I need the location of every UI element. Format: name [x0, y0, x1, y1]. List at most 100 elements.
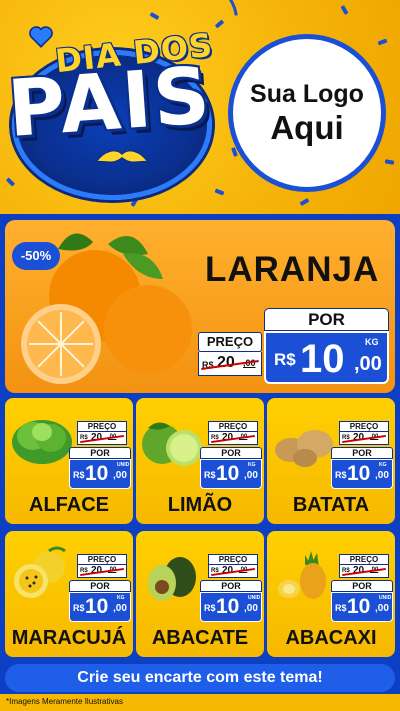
potato-icon	[275, 430, 333, 467]
new-price-label: POR	[69, 447, 131, 459]
new-price-integer: 10	[216, 462, 240, 485]
new-price-integer: 10	[85, 462, 109, 485]
new-price-tag: POR R$ 10 ,00 UNID	[331, 580, 393, 622]
new-price-integer: 10	[300, 337, 345, 381]
confetti	[340, 5, 349, 15]
old-price-label: PREÇO	[77, 554, 127, 565]
old-price-tag: PREÇOR$20,00	[77, 554, 127, 578]
new-price-value: R$ 10 ,00 KG	[331, 459, 393, 489]
new-price-value: R$ 10 ,00 UNID	[331, 592, 393, 622]
price-unit: UNID	[248, 595, 261, 601]
new-price-value: R$ 10 ,00 KG	[200, 459, 262, 489]
avocado-icon	[148, 557, 196, 601]
new-price-cents: ,00	[375, 603, 389, 614]
new-price-value: R$ 10 ,00 KG	[264, 331, 389, 384]
new-price-cents: ,00	[113, 470, 127, 481]
new-price-currency: R$	[274, 350, 296, 369]
product-name: MARACUJÁ	[11, 627, 127, 649]
featured-name: LARANJA	[205, 250, 380, 289]
old-price-label: PREÇO	[339, 421, 389, 432]
new-price-label: POR	[331, 447, 393, 459]
new-price-currency: R$	[204, 603, 216, 613]
confetti	[149, 12, 160, 20]
product-name: LIMÃO	[167, 494, 233, 516]
price-unit: UNID	[117, 462, 130, 468]
old-price-label: PREÇO	[208, 421, 258, 432]
price-unit: KG	[248, 462, 256, 468]
old-price-label: PREÇO	[208, 554, 258, 565]
new-price-value: R$ 10 ,00 UNID	[69, 459, 131, 489]
product-name: ALFACE	[29, 494, 109, 516]
new-price-integer: 10	[216, 595, 240, 618]
old-price-value: R$20,00	[339, 565, 389, 578]
price-unit: KG	[379, 462, 387, 468]
lime-icon	[142, 422, 202, 466]
heart-icon	[29, 26, 53, 48]
price-unit: UNID	[379, 595, 392, 601]
confetti	[299, 198, 310, 206]
product-name: ABACATE	[151, 627, 249, 649]
old-price-tag: PREÇOR$20,00	[208, 421, 258, 445]
new-price-integer: 10	[347, 595, 371, 618]
product-name: ABACAXI	[285, 627, 377, 649]
product-name: BATATA	[292, 494, 370, 516]
new-price-cents: ,00	[244, 603, 258, 614]
old-price-label: PREÇO	[339, 554, 389, 565]
featured-old-price: PREÇO R$ 20 ,00	[198, 332, 262, 382]
old-price-value: R$20,00	[208, 432, 258, 445]
mustache-icon	[94, 149, 150, 164]
new-price-tag: POR R$ 10 ,00 KG	[69, 580, 131, 622]
old-price-value: R$20,00	[77, 432, 127, 445]
new-price-integer: 10	[347, 462, 371, 485]
old-price-tag: PREÇOR$20,00	[339, 554, 389, 578]
price-unit: KG	[117, 595, 125, 601]
title-pais: PAIS	[5, 51, 215, 155]
old-price-tag: PREÇOR$20,00	[339, 421, 389, 445]
old-price-tag: PREÇOR$20,00	[208, 554, 258, 578]
passion-fruit-icon	[14, 546, 66, 598]
confetti	[130, 197, 139, 207]
new-price-cents: ,00	[244, 470, 258, 481]
price-unit: KG	[365, 337, 379, 347]
logo-placeholder: Sua Logo Aqui	[228, 34, 386, 192]
disclaimer-text: *Imagens Meramente Ilustrativas	[6, 697, 123, 706]
new-price-label: POR	[264, 308, 389, 331]
new-price-cents: ,00	[354, 353, 382, 375]
new-price-tag: POR R$ 10 ,00 UNID	[200, 580, 262, 622]
new-price-label: POR	[331, 580, 393, 592]
new-price-currency: R$	[335, 603, 347, 613]
create-flyer-button[interactable]: Crie seu encarte com este tema!	[5, 664, 395, 692]
lettuce-icon	[12, 420, 72, 464]
new-price-value: R$ 10 ,00 UNID	[200, 592, 262, 622]
old-price-label: PREÇO	[77, 421, 127, 432]
new-price-currency: R$	[335, 470, 347, 480]
featured-new-price: POR R$ 10 ,00 KG	[264, 308, 389, 384]
discount-badge: -50%	[12, 242, 60, 270]
new-price-value: R$ 10 ,00 KG	[69, 592, 131, 622]
new-price-label: POR	[200, 447, 262, 459]
old-price-label: PREÇO	[198, 332, 262, 352]
old-price-value: R$20,00	[339, 432, 389, 445]
new-price-currency: R$	[73, 470, 85, 480]
new-price-cents: ,00	[113, 603, 127, 614]
new-price-label: POR	[69, 580, 131, 592]
header-banner: DIA DOS PAIS Sua Logo Aqui	[0, 0, 400, 215]
new-price-tag: POR R$ 10 ,00 KG	[331, 447, 393, 489]
old-price-value: R$ 20 ,00	[198, 352, 262, 376]
old-price-value: R$20,00	[77, 565, 127, 578]
new-price-label: POR	[200, 580, 262, 592]
logo-text-line2: Aqui	[270, 108, 344, 146]
confetti	[214, 188, 225, 196]
new-price-integer: 10	[85, 595, 109, 618]
new-price-tag: POR R$ 10 ,00 KG	[200, 447, 262, 489]
old-price-tag: PREÇOR$20,00	[77, 421, 127, 445]
new-price-currency: R$	[73, 603, 85, 613]
new-price-currency: R$	[204, 470, 216, 480]
pineapple-icon	[278, 551, 326, 599]
logo-text-line1: Sua Logo	[250, 79, 364, 108]
confetti	[377, 38, 388, 46]
old-price-value: R$20,00	[208, 565, 258, 578]
new-price-tag: POR R$ 10 ,00 UNID	[69, 447, 131, 489]
confetti	[5, 177, 16, 187]
new-price-cents: ,00	[375, 470, 389, 481]
